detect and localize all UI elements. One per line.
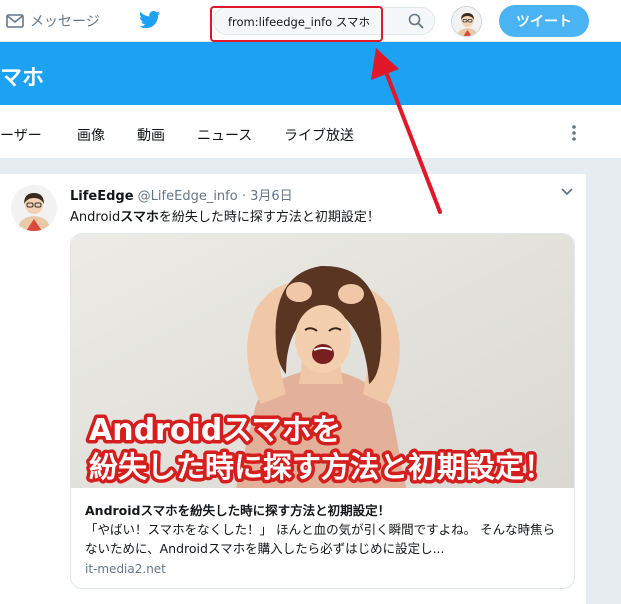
avatar-icon [11,185,57,231]
timeline: LifeEdge @LifeEdge_info · 3月6日 Androidスマ… [0,174,586,604]
envelope-icon [6,14,24,28]
link-card[interactable]: Androidスマホを 紛失した時に探す方法と初期設定！ Androidスマホを… [70,233,575,589]
tweet-text-post: を紛失した時に探す方法と初期設定！ [158,210,380,225]
tweet-author-name[interactable]: LifeEdge [70,189,134,204]
tweet-button[interactable]: ツイート [499,5,589,37]
search-box[interactable] [213,7,435,36]
tab-live[interactable]: ライブ放送 [284,125,354,145]
card-image: Androidスマホを 紛失した時に探す方法と初期設定！ [71,234,574,488]
card-domain: it-media2.net [85,562,166,576]
tweet-text: Androidスマホを紛失した時に探す方法と初期設定！ [70,206,380,225]
tweet-separator: · [241,189,246,204]
messages-nav[interactable]: メッセージ [6,11,100,31]
search-query-title: マホ [0,66,45,91]
tweet-text-highlight: スマホ [120,210,159,225]
chevron-down-icon[interactable] [560,187,574,197]
profile-avatar[interactable] [451,6,482,37]
tweet-date[interactable]: 3月6日 [250,189,293,204]
card-image-banner-line2: 紛失した時に探す方法と初期設定！ [89,450,553,484]
card-description: 「やばい！スマホをなくした！」 ほんと血の気が引く瞬間ですよね。 そんな時焦らな… [85,522,556,556]
twitter-bird-icon[interactable] [139,10,161,30]
top-nav: メッセージ ツイート [0,0,621,42]
search-tabs: ーザー 画像 動画 ニュース ライブ放送 [0,105,621,159]
card-title: Androidスマホを紛失した時に探す方法と初期設定！ [85,503,391,518]
tweet-author-handle[interactable]: @LifeEdge_info [138,189,238,204]
search-header: マホ [0,42,621,105]
tab-videos[interactable]: 動画 [137,125,165,145]
more-vertical-icon[interactable] [570,124,578,142]
search-icon[interactable] [408,13,424,29]
card-image-banner-line1: Androidスマホを [89,413,341,448]
tab-news[interactable]: ニュース [197,125,252,145]
avatar-icon [452,7,481,36]
tweet-avatar[interactable] [11,185,57,231]
tweet-header: LifeEdge @LifeEdge_info · 3月6日 [70,185,293,204]
tab-users[interactable]: ーザー [0,125,42,145]
tab-images[interactable]: 画像 [77,125,105,145]
search-input[interactable] [214,8,416,36]
tweet-text-pre: Android [70,210,121,225]
messages-label: メッセージ [30,14,100,30]
